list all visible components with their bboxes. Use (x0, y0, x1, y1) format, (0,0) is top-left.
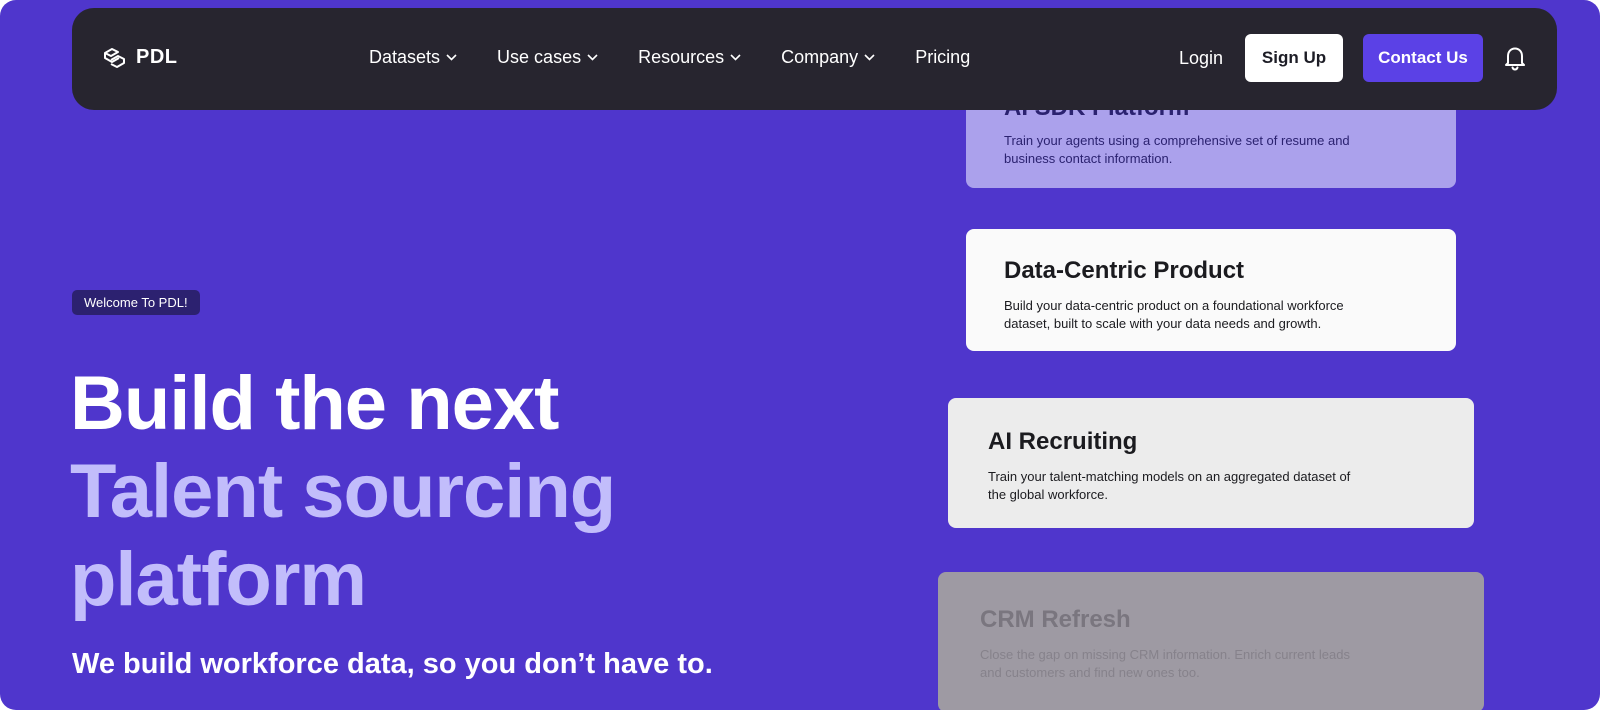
pdl-logo-icon (102, 47, 128, 69)
menu-item-label: Datasets (369, 47, 441, 67)
page-frame: PDL Datasets Use cases Resources Company… (0, 0, 1600, 710)
card-title: AI Recruiting (988, 428, 1138, 455)
hero-subheadline: We build workforce data, so you don’t ha… (72, 648, 713, 680)
menu-item-label: Resources (638, 47, 725, 67)
card-title: CRM Refresh (980, 606, 1131, 633)
menu-item-use-cases[interactable]: Use cases (497, 47, 598, 68)
chevron-down-icon (587, 54, 598, 61)
card-description: Close the gap on missing CRM information… (980, 647, 1350, 680)
brand-name: PDL (136, 46, 178, 68)
use-case-card-data-centric[interactable]: Data-Centric Product Build your data-cen… (966, 229, 1456, 351)
main-menu: Datasets Use cases Resources Company Pri… (369, 47, 970, 68)
hero-headline: Build the next (70, 361, 559, 446)
bell-icon[interactable] (1503, 45, 1527, 71)
menu-item-company[interactable]: Company (781, 47, 875, 68)
use-case-card-ai-recruiting[interactable]: AI Recruiting Train your talent-matching… (948, 398, 1474, 528)
menu-item-resources[interactable]: Resources (638, 47, 741, 68)
brand-logo-link[interactable]: PDL (102, 46, 178, 69)
menu-item-pricing[interactable]: Pricing (915, 47, 970, 68)
chevron-down-icon (864, 54, 875, 61)
card-description: Train your talent-matching models on an … (988, 469, 1351, 502)
contact-us-button[interactable]: Contact Us (1363, 34, 1483, 82)
menu-item-label: Company (781, 47, 859, 67)
sign-up-button[interactable]: Sign Up (1245, 34, 1343, 82)
card-title: Data-Centric Product (1004, 257, 1245, 284)
chevron-down-icon (730, 54, 741, 61)
menu-item-datasets[interactable]: Datasets (369, 47, 457, 68)
card-description: Train your agents using a comprehensive … (1004, 133, 1350, 166)
use-case-card-crm-refresh[interactable]: CRM Refresh Close the gap on missing CRM… (938, 572, 1484, 710)
chevron-down-icon (446, 54, 457, 61)
welcome-badge: Welcome To PDL! (72, 290, 200, 315)
nav-actions: Login Sign Up Contact Us (1179, 34, 1527, 82)
hero-headline-accent: Talent sourcing platform (70, 449, 616, 622)
menu-item-label: Use cases (497, 47, 582, 67)
menu-item-label: Pricing (915, 47, 971, 67)
card-description: Build your data-centric product on a fou… (1004, 298, 1344, 331)
login-link[interactable]: Login (1179, 48, 1223, 69)
top-navigation-bar: PDL Datasets Use cases Resources Company… (72, 8, 1557, 110)
